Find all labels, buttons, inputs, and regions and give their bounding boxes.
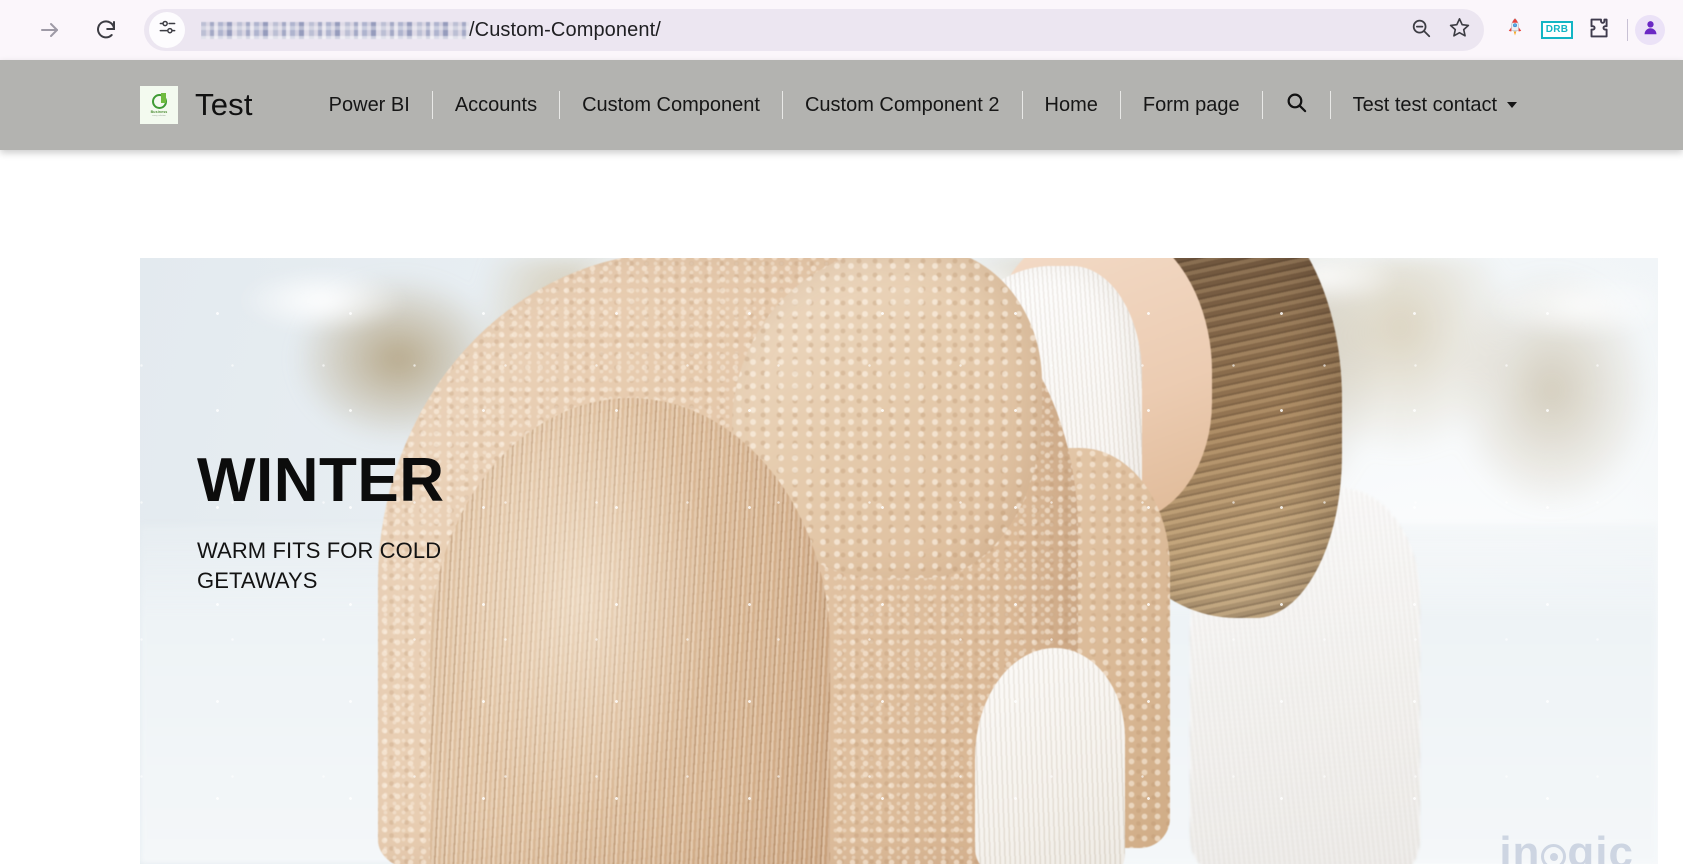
drb-badge-icon: DRB — [1540, 21, 1574, 39]
brand-name: Test — [195, 87, 253, 122]
toolbar-divider — [1627, 19, 1628, 41]
watermark-circle-icon — [1541, 844, 1567, 864]
business-logo-icon: Business every solution — [140, 86, 178, 124]
watermark-suffix: gic — [1567, 828, 1634, 864]
extensions-button[interactable] — [1578, 9, 1620, 51]
rocket-icon — [1504, 17, 1526, 44]
reload-button[interactable] — [86, 10, 126, 50]
bookmark-star-icon — [1448, 16, 1471, 44]
browser-toolbar: test-dev-powerappsportals.com /Custom-Co… — [0, 0, 1683, 60]
puzzle-piece-icon — [1587, 16, 1611, 45]
address-bar[interactable]: test-dev-powerappsportals.com /Custom-Co… — [144, 9, 1484, 51]
url-text[interactable]: test-dev-powerappsportals.com /Custom-Co… — [201, 19, 1402, 42]
forward-button[interactable] — [30, 10, 70, 50]
profile-button[interactable] — [1635, 15, 1665, 45]
brand[interactable]: Business every solution Test — [140, 86, 253, 124]
site-settings-button[interactable] — [149, 12, 185, 48]
nav-item-form-page[interactable]: Form page — [1121, 95, 1262, 115]
image-watermark: in gic — [1499, 828, 1634, 864]
logo-subtext: every solution — [152, 114, 166, 117]
nav-item-accounts[interactable]: Accounts — [433, 95, 559, 115]
hero-title: WINTER — [197, 446, 445, 515]
watermark-prefix: in — [1499, 828, 1541, 864]
tune-sliders-icon — [158, 18, 177, 42]
bookmark-button[interactable] — [1440, 11, 1478, 49]
url-path: /Custom-Component/ — [469, 18, 661, 41]
url-domain-redacted: test-dev-powerappsportals.com — [201, 21, 469, 39]
page-body: WINTER WARM FITS FOR COLD GETAWAYS in gi… — [0, 150, 1683, 864]
nav-item-custom-component-2[interactable]: Custom Component 2 — [783, 95, 1022, 115]
account-menu[interactable]: Test test contact — [1331, 94, 1538, 117]
logo-text: Business — [150, 110, 168, 114]
hero-banner: WINTER WARM FITS FOR COLD GETAWAYS in gi… — [140, 258, 1658, 864]
nav-item-home[interactable]: Home — [1023, 95, 1120, 115]
nav-search-button[interactable] — [1263, 91, 1330, 119]
arrow-forward-icon — [38, 18, 62, 42]
main-navigation: Power BI Accounts Custom Component Custo… — [307, 91, 1683, 119]
profile-avatar-icon — [1641, 18, 1660, 42]
chevron-down-icon — [1507, 102, 1518, 108]
hero-text-block: WINTER WARM FITS FOR COLD GETAWAYS — [197, 450, 447, 596]
zoom-out-icon — [1410, 17, 1432, 44]
reload-icon — [94, 18, 118, 42]
nav-item-power-bi[interactable]: Power BI — [307, 95, 432, 115]
search-icon — [1285, 91, 1308, 119]
rocket-extension-button[interactable] — [1494, 9, 1536, 51]
drb-extension-button[interactable]: DRB — [1536, 9, 1578, 51]
site-header: Business every solution Test Power BI Ac… — [0, 60, 1683, 150]
nav-item-custom-component[interactable]: Custom Component — [560, 95, 782, 115]
hero-subtitle: WARM FITS FOR COLD GETAWAYS — [197, 538, 442, 593]
zoom-out-button[interactable] — [1402, 11, 1440, 49]
account-label: Test test contact — [1352, 93, 1498, 116]
